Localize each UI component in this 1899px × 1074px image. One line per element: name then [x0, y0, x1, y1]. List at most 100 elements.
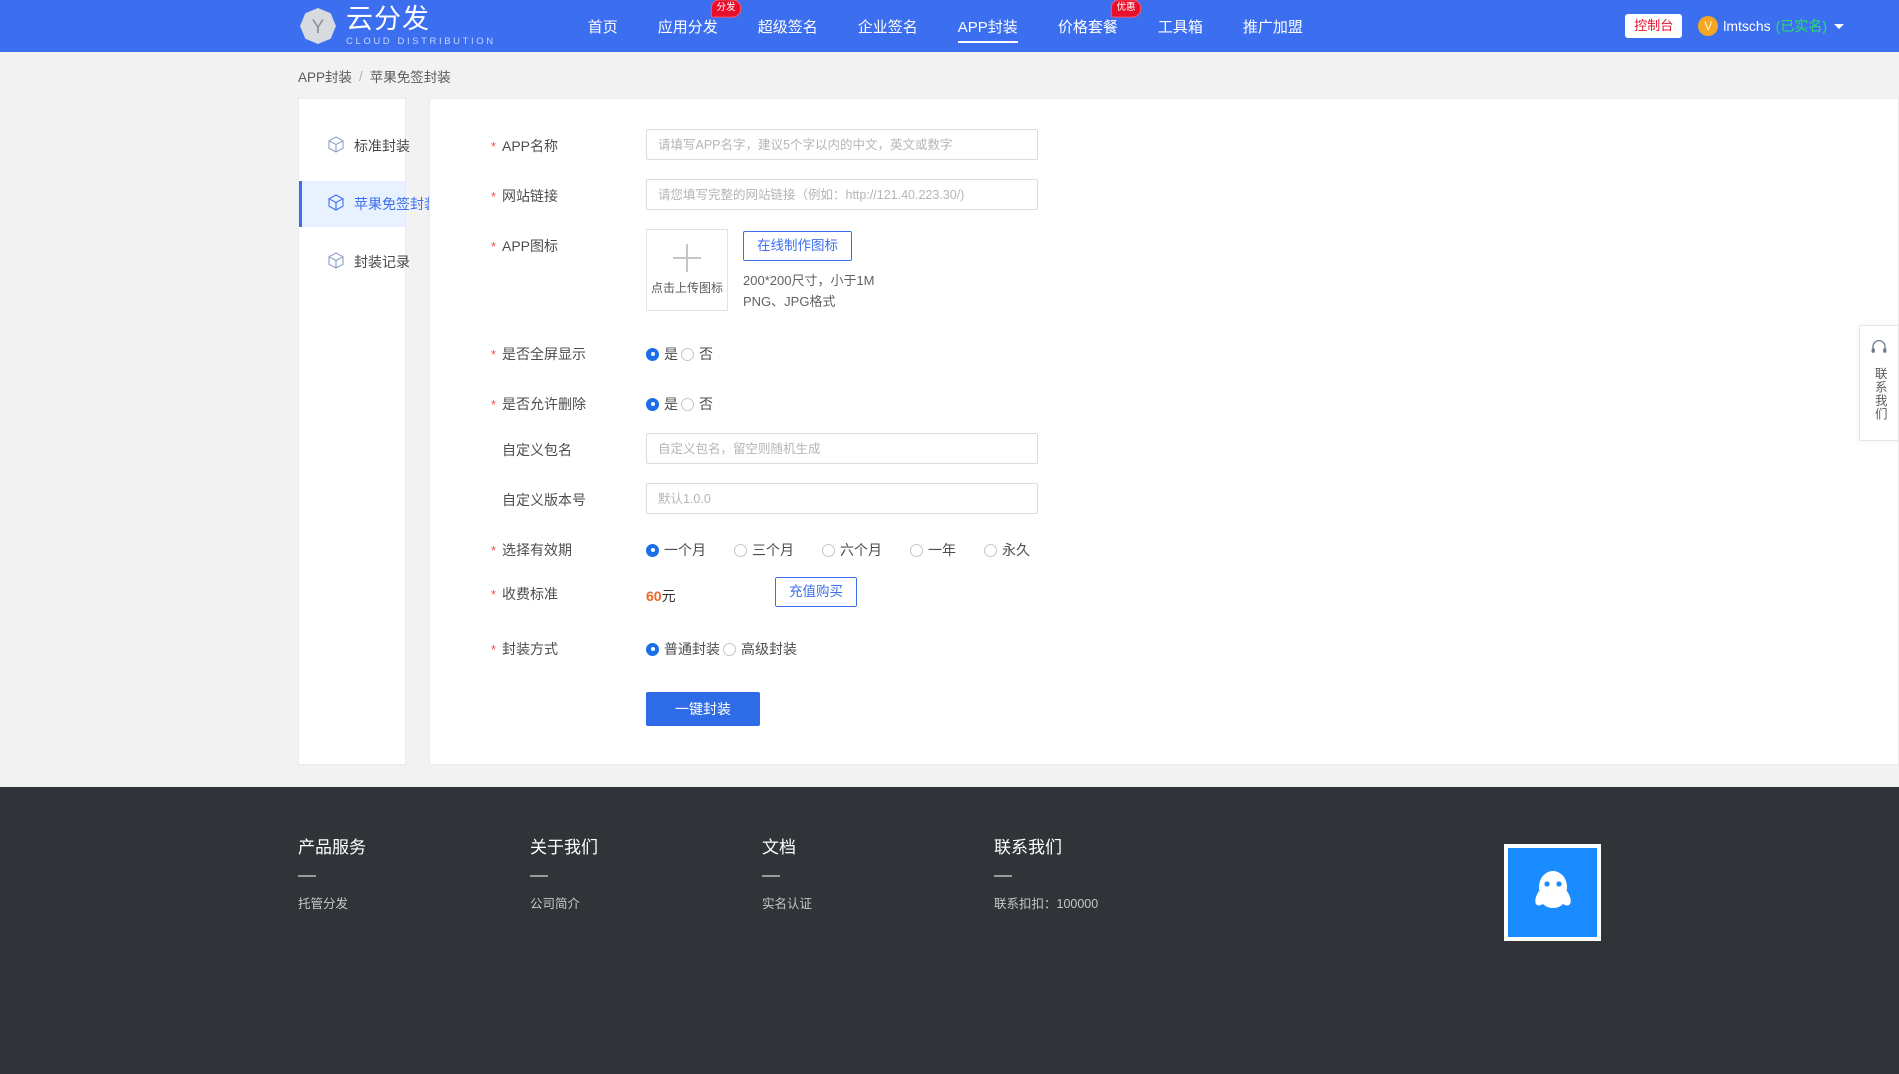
fullscreen-option-no[interactable]: 否: [681, 344, 713, 364]
radio-label: 一个月: [664, 542, 706, 558]
footer-divider: [298, 875, 316, 877]
footer-column-docs: 文档 实名认证: [762, 833, 994, 925]
nav-label: 企业签名: [857, 18, 918, 36]
radio-label: 永久: [1002, 542, 1030, 558]
pack-mode-option-advanced[interactable]: 高级封装: [723, 639, 797, 659]
required-mark: *: [491, 239, 497, 254]
cube-icon: [328, 194, 344, 214]
make-icon-online-button[interactable]: 在线制作图标: [743, 231, 852, 262]
nav-badge-discount: 优惠: [1110, 0, 1142, 18]
radio-dot: [646, 543, 659, 557]
version-input[interactable]: [646, 483, 1038, 514]
validity-option-three-months[interactable]: 三个月: [734, 540, 794, 560]
radio-dot: [646, 642, 659, 656]
radio-label: 否: [699, 346, 713, 362]
nav-item-enterprise-signature[interactable]: 企业签名: [838, 0, 938, 52]
nav-item-pricing[interactable]: 价格套餐 优惠: [1038, 0, 1142, 52]
nav-item-app-packaging[interactable]: APP封装: [938, 0, 1038, 52]
footer-link[interactable]: 实名认证: [762, 893, 994, 912]
footer-link[interactable]: 公司简介: [530, 893, 762, 912]
validity-option-six-months[interactable]: 六个月: [822, 540, 882, 560]
nav-item-home[interactable]: 首页: [568, 0, 638, 52]
field-label: * APP名称: [469, 129, 646, 163]
avatar: V: [1698, 16, 1719, 36]
breadcrumb: APP封装 / 苹果免签封装: [0, 52, 1899, 98]
required-mark: *: [491, 543, 497, 558]
logo-subtitle: CLOUD DISTRIBUTION: [346, 35, 496, 47]
radio-dot: [681, 397, 694, 411]
nav-item-app-distribution[interactable]: 应用分发 分发: [638, 0, 741, 52]
headset-icon: [1870, 339, 1888, 360]
validity-option-one-month[interactable]: 一个月: [646, 540, 706, 560]
svg-text:Y: Y: [312, 17, 325, 38]
label-text: APP名称: [502, 138, 559, 154]
radio-dot: [822, 543, 835, 557]
secondary-sidebar: 标准封装 苹果免签封装 封装记录: [298, 98, 438, 765]
app-name-input[interactable]: [646, 129, 1038, 160]
sidebar-item-apple-nosign-packaging[interactable]: 苹果免签封装: [299, 181, 438, 227]
logo-octagon-icon: Y: [298, 6, 338, 46]
console-button[interactable]: 控制台: [1625, 14, 1683, 38]
packaging-form-card: * APP名称 * 网站链接 *: [429, 98, 1899, 765]
nav-item-super-signature[interactable]: 超级签名: [738, 0, 838, 52]
radio-dot: [984, 543, 997, 557]
header-right-area: 控制台 V lmtschs (已实名): [1625, 14, 1844, 38]
label-text: 选择有效期: [502, 542, 572, 558]
radio-dot: [723, 642, 736, 656]
icon-hint-format: PNG、JPG格式: [743, 293, 836, 309]
field-allow-delete: * 是否允许删除 是 否: [469, 387, 1898, 421]
allow-delete-option-no[interactable]: 否: [681, 394, 713, 414]
sidebar-item-standard-packaging[interactable]: 标准封装: [299, 123, 410, 169]
radio-label: 三个月: [752, 542, 794, 558]
breadcrumb-bar: APP封装 / 苹果免签封装: [0, 52, 1899, 98]
qq-contact-card[interactable]: [1504, 844, 1601, 941]
field-fee: * 收费标准 60元 充值购买: [469, 577, 1898, 622]
footer-link[interactable]: 托管分发: [298, 893, 530, 912]
validity-option-permanent[interactable]: 永久: [984, 540, 1030, 560]
user-menu[interactable]: V lmtschs (已实名): [1698, 16, 1844, 36]
field-app-name: * APP名称: [469, 129, 1898, 170]
footer-column-about: 关于我们 公司简介: [530, 833, 762, 925]
recharge-buy-button[interactable]: 充值购买: [775, 577, 857, 608]
footer-link[interactable]: 联系扣扣：100000: [994, 893, 1226, 912]
fee-unit: 元: [661, 587, 676, 604]
label-text: 自定义包名: [502, 442, 572, 458]
breadcrumb-root[interactable]: APP封装: [298, 66, 352, 86]
cube-icon: [328, 252, 344, 272]
field-label: * 是否全屏显示: [469, 337, 646, 371]
field-label: * APP图标: [469, 229, 646, 263]
site-url-input[interactable]: [646, 179, 1038, 210]
radio-label: 是: [664, 346, 678, 362]
radio-dot: [681, 347, 694, 361]
required-mark: *: [491, 139, 497, 154]
one-click-package-button[interactable]: 一键封装: [646, 692, 760, 726]
sidebar-item-packaging-records[interactable]: 封装记录: [299, 239, 410, 285]
label-text: 是否全屏显示: [502, 346, 586, 362]
fullscreen-option-yes[interactable]: 是: [646, 344, 678, 364]
footer-divider: [994, 875, 1012, 877]
radio-dot: [646, 347, 659, 361]
icon-upload-dropzone[interactable]: 点击上传图标: [646, 229, 728, 311]
field-pack-mode: * 封装方式 普通封装 高级封装: [469, 632, 1898, 666]
field-label: * 收费标准: [469, 577, 646, 611]
validity-option-one-year[interactable]: 一年: [910, 540, 956, 560]
contact-us-label: 联系我们: [1872, 367, 1887, 421]
footer-column-title: 联系我们: [994, 838, 1062, 857]
site-logo[interactable]: Y 云分发 CLOUD DISTRIBUTION: [298, 5, 496, 47]
label-text: APP图标: [502, 238, 559, 254]
chevron-down-icon: [1834, 23, 1844, 29]
site-header: Y 云分发 CLOUD DISTRIBUTION 首页 应用分发 分发 超级签名…: [0, 0, 1899, 52]
user-name: lmtschs: [1723, 18, 1771, 34]
contact-us-side-widget[interactable]: 联系我们: [1859, 325, 1899, 441]
package-name-input[interactable]: [646, 433, 1038, 464]
field-package-name: 自定义包名: [469, 433, 1898, 474]
nav-item-affiliate[interactable]: 推广加盟: [1223, 0, 1323, 52]
sidebar-item-label: 标准封装: [354, 138, 410, 154]
field-app-icon: * APP图标 点击上传图标 在线制作图标 200*200尺寸，小于1M PNG…: [469, 229, 1898, 311]
footer-column-contact: 联系我们 联系扣扣：100000: [994, 833, 1226, 925]
allow-delete-option-yes[interactable]: 是: [646, 394, 678, 414]
radio-dot: [910, 543, 923, 557]
pack-mode-option-normal[interactable]: 普通封装: [646, 639, 720, 659]
radio-label: 是: [664, 396, 678, 412]
nav-item-toolbox[interactable]: 工具箱: [1138, 0, 1223, 52]
